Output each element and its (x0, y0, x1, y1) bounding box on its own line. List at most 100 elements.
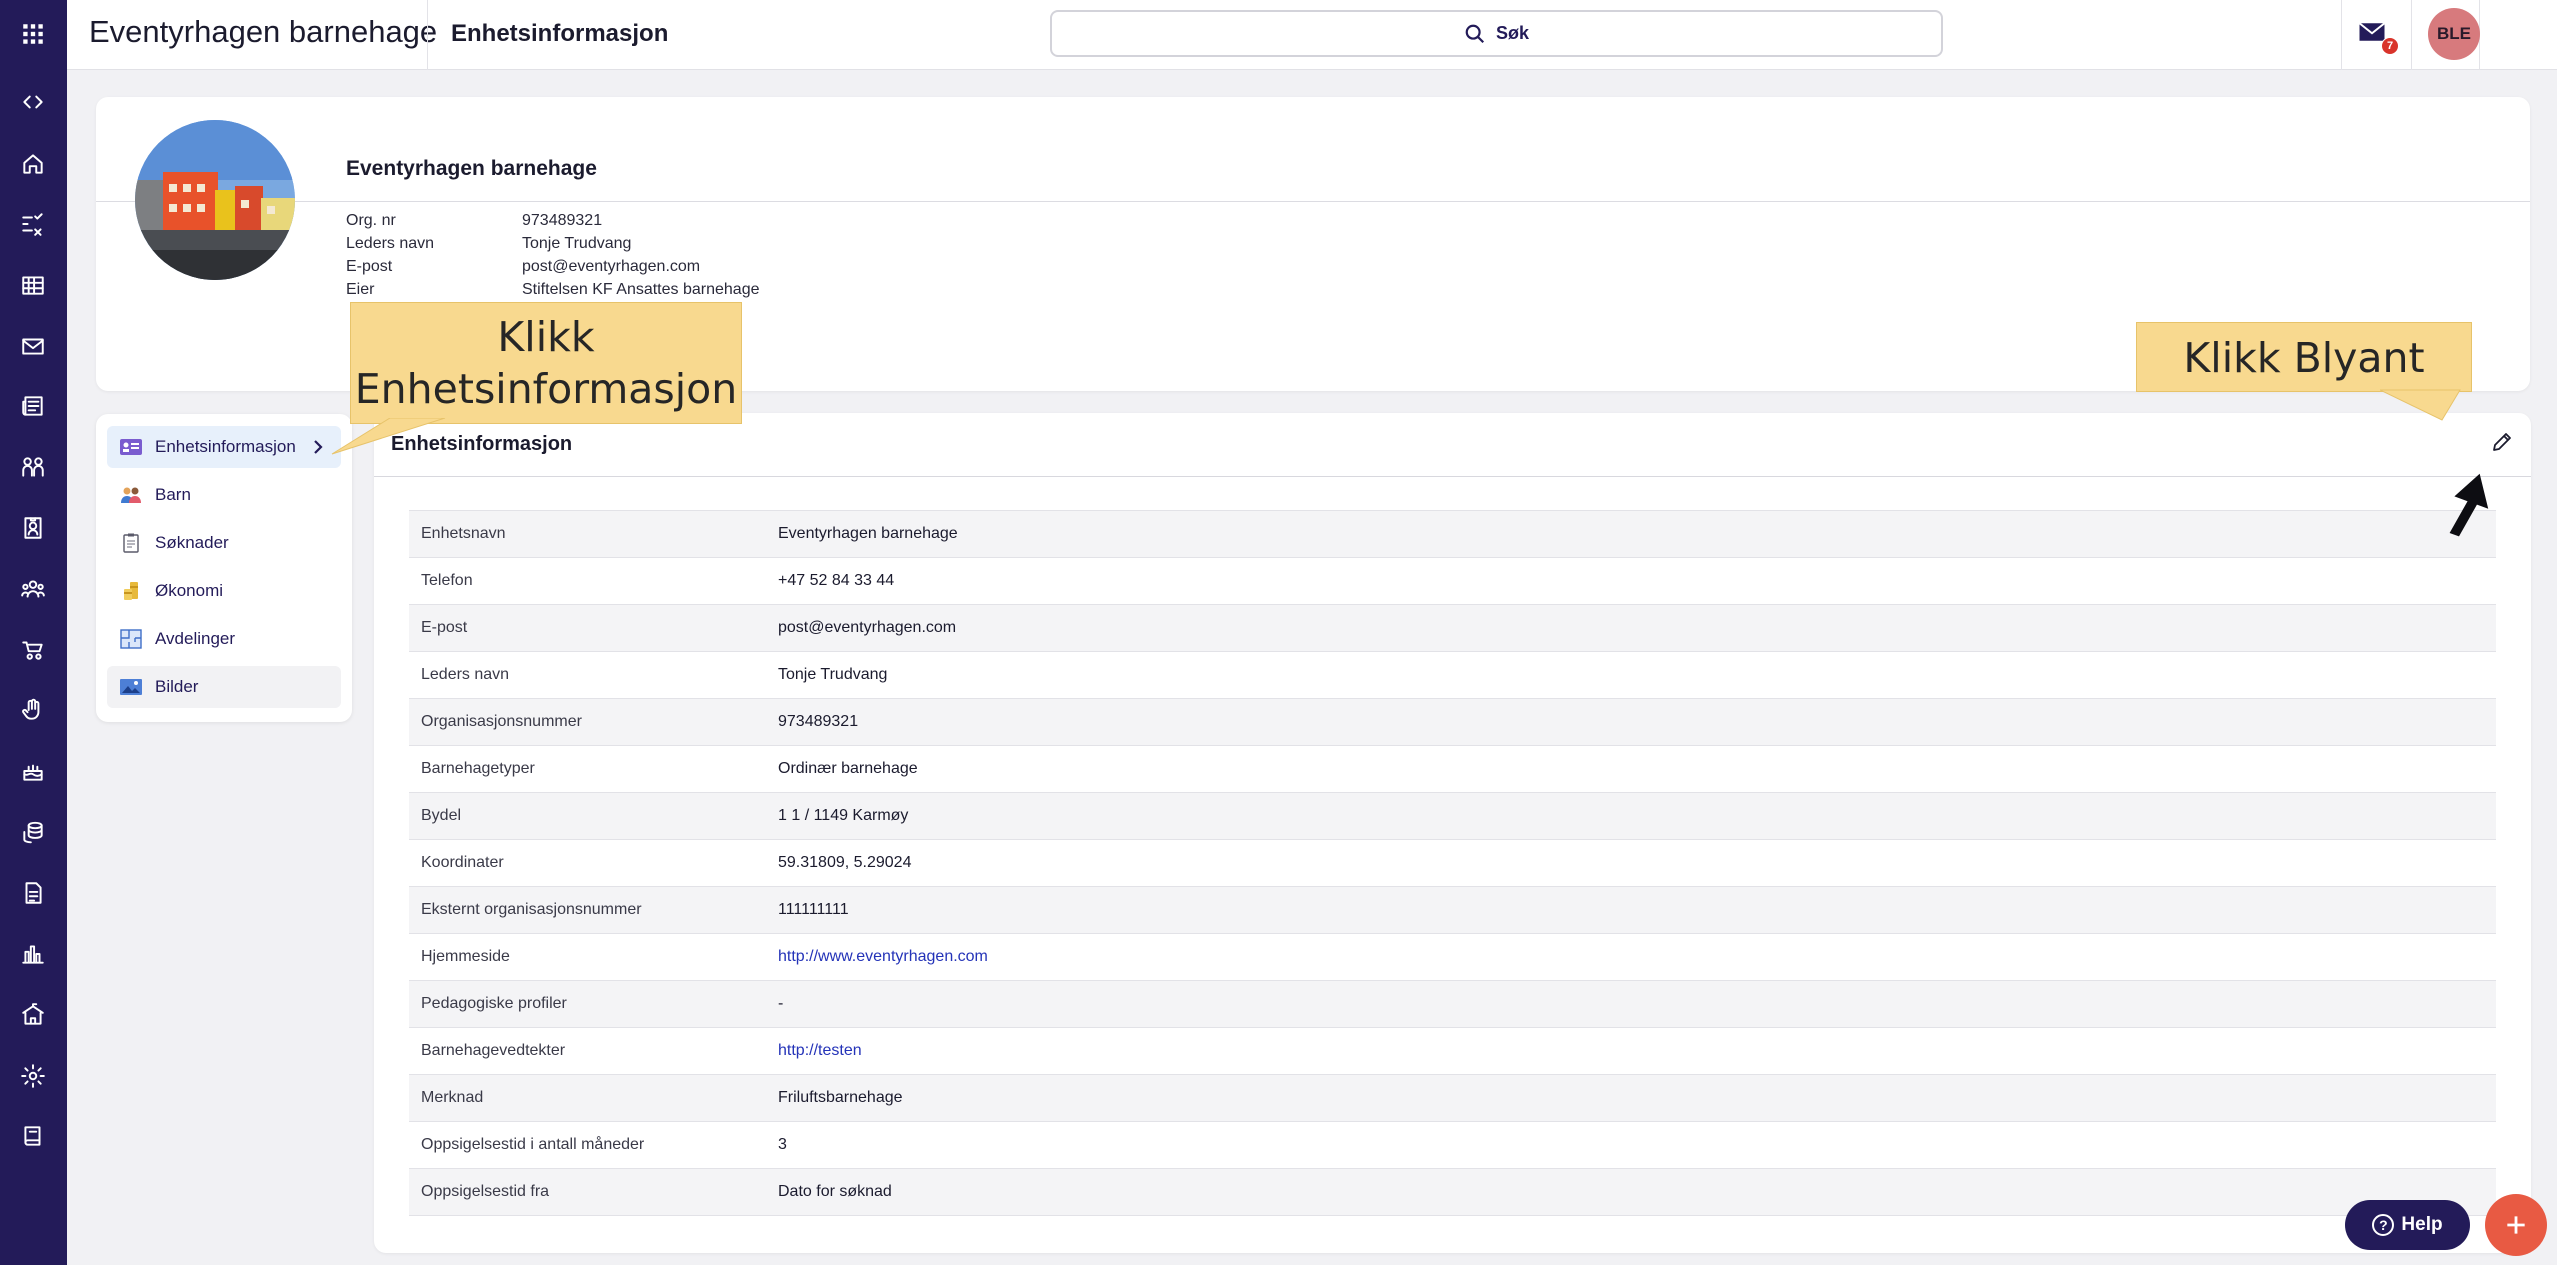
question-icon: ? (2372, 1214, 2395, 1236)
info-value: 973489321 (778, 713, 859, 730)
info-value: +47 52 84 33 44 (778, 572, 895, 589)
menu-item-barn[interactable]: Barn (107, 474, 341, 516)
edit-button[interactable] (2488, 429, 2516, 457)
info-label: Telefon (421, 572, 473, 589)
info-link[interactable]: http://www.eventyrhagen.com (778, 948, 988, 966)
expand-collapse-icon[interactable] (15, 84, 51, 120)
menu-item-soknader[interactable]: Søknader (107, 522, 341, 564)
info-label: Organisasjonsnummer (421, 713, 582, 730)
info-row: Organisasjonsnummer 973489321 (409, 699, 2496, 746)
children-icon (119, 485, 143, 505)
info-value: Friluftsbarnehage (778, 1089, 903, 1106)
coins-icon (119, 581, 143, 601)
info-link[interactable]: http://testen (778, 1042, 862, 1060)
document-icon[interactable] (15, 875, 51, 911)
info-row: Koordinater 59.31809, 5.29024 (409, 840, 2496, 887)
info-label: Oppsigelsestid fra (421, 1183, 550, 1200)
info-label: Hjemmeside (421, 948, 510, 965)
menu-item-okonomi[interactable]: Økonomi (107, 570, 341, 612)
tasks-icon[interactable] (15, 206, 51, 242)
unit-info-panel: Enhetsinformasjon Enhetsnavn Eventyrhagen… (374, 413, 2531, 1253)
header-divider (96, 201, 2530, 202)
info-value: Ordinær barnehage (778, 760, 918, 777)
messages-badge: 7 (2381, 37, 2399, 55)
home-icon[interactable] (15, 146, 51, 182)
top-divider (427, 0, 428, 70)
app-grid-icon[interactable] (15, 16, 51, 52)
menu-item-avdelinger[interactable]: Avdelinger (107, 618, 341, 660)
chevron-right-icon (311, 438, 325, 456)
info-label: Enhetsnavn (421, 525, 506, 542)
info-label: Bydel (421, 807, 462, 824)
info-row: Bydel 1 1 / 1149 Karmøy (409, 793, 2496, 840)
callout-click-unit-info: Klikk Enhetsinformasjon (350, 302, 742, 424)
info-value: 1 1 / 1149 Karmøy (778, 807, 909, 824)
info-row: Oppsigelsestid i antall måneder 3 (409, 1122, 2496, 1169)
settings-gear-icon[interactable] (15, 1058, 51, 1094)
search-icon (1465, 24, 1485, 43)
info-value: Tonje Trudvang (778, 666, 888, 683)
image-icon (119, 677, 143, 697)
info-value: 111111111 (778, 901, 849, 918)
school-icon[interactable] (15, 997, 51, 1033)
summary-row: E-post post@eventyrhagen.com (346, 257, 701, 275)
search-input[interactable]: Søk (1050, 10, 1943, 57)
info-label: Barnehagetyper (421, 760, 535, 777)
callout-click-pencil: Klikk Blyant (2136, 322, 2472, 392)
info-value: Eventyrhagen barnehage (778, 525, 958, 542)
book-icon[interactable] (15, 1118, 51, 1154)
callout-tail (2380, 389, 2461, 421)
info-value: post@eventyrhagen.com (778, 619, 957, 636)
stroller-icon[interactable] (15, 631, 51, 667)
top-separator (2341, 0, 2342, 70)
info-row: Pedagogiske profiler - (409, 981, 2496, 1028)
menu-item-enhetsinformasjon[interactable]: Enhetsinformasjon (107, 426, 341, 468)
info-label: Eksternt organisasjonsnummer (421, 901, 642, 918)
help-button[interactable]: ? Help (2345, 1200, 2470, 1250)
unit-summary: Org. nr 973489321 Leders navn Tonje Trudva… (346, 209, 759, 301)
badge-icon[interactable] (15, 510, 51, 546)
info-row: Enhetsnavn Eventyrhagen barnehage (409, 511, 2496, 558)
floorplan-icon (119, 629, 143, 649)
hand-icon[interactable] (15, 692, 51, 728)
info-value: 59.31809, 5.29024 (778, 854, 912, 871)
info-row: Eksternt organisasjonsnummer 111111111 (409, 887, 2496, 934)
unit-name: Eventyrhagen barnehage (346, 157, 597, 180)
people-icon[interactable] (15, 571, 51, 607)
coins-icon[interactable] (15, 814, 51, 850)
summary-row: Org. nr 973489321 (346, 211, 603, 229)
news-icon[interactable] (15, 388, 51, 424)
info-label: E-post (421, 619, 468, 636)
calendar-icon[interactable] (15, 267, 51, 303)
unit-photo (135, 120, 295, 280)
search-label: Søk (1495, 23, 1529, 43)
top-bar: Eventyrhagen barnehage Enhetsinformasjon… (67, 0, 2557, 70)
info-label: Leders navn (421, 666, 510, 683)
info-table: Enhetsnavn Eventyrhagen barnehage Telefon +… (409, 510, 2496, 1216)
clipboard-icon (119, 533, 143, 553)
messages-button[interactable]: 7 (2357, 17, 2399, 55)
summary-row: Leders navn Tonje Trudvang (346, 234, 632, 252)
info-label: Merknad (421, 1089, 484, 1106)
plus-icon (2507, 1216, 2525, 1234)
info-label: Oppsigelsestid i antall måneder (421, 1136, 645, 1153)
info-row: Oppsigelsestid fra Dato for søknad (409, 1169, 2496, 1216)
info-value: Dato for søknad (778, 1183, 892, 1200)
unit-side-menu: Enhetsinformasjon Barn Søknader Økonomi … (96, 414, 352, 722)
app-title: Eventyrhagen barnehage (89, 14, 438, 49)
left-rail (0, 0, 67, 1265)
callout-tail (331, 418, 446, 455)
user-avatar[interactable]: BLE (2428, 8, 2480, 60)
cursor-arrow-icon (2449, 473, 2489, 537)
add-button[interactable] (2485, 1194, 2547, 1256)
panel-divider (374, 476, 2531, 477)
mail-icon[interactable] (15, 328, 51, 364)
cake-icon[interactable] (15, 753, 51, 789)
info-row: Barnehagetyper Ordinær barnehage (409, 746, 2496, 793)
groups-icon[interactable] (15, 449, 51, 485)
top-separator (2411, 0, 2412, 70)
menu-item-bilder[interactable]: Bilder (107, 666, 341, 708)
info-value: - (778, 995, 784, 1012)
statistics-icon[interactable] (15, 936, 51, 972)
info-row: Hjemmeside http://www.eventyrhagen.com (409, 934, 2496, 981)
